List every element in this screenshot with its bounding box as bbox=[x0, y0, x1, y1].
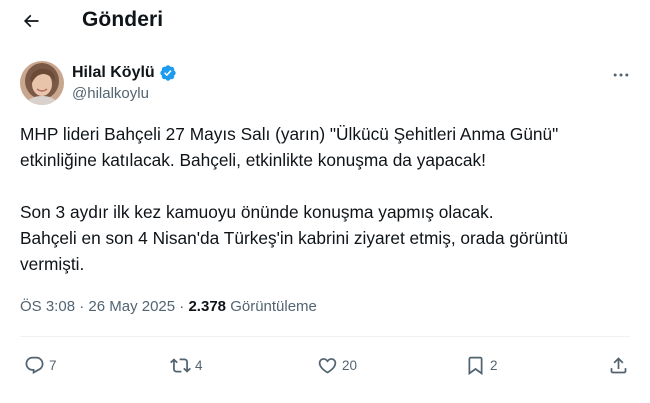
bookmark-icon bbox=[468, 356, 483, 375]
verified-badge-icon bbox=[159, 65, 176, 81]
tweet-date[interactable]: 26 May 2025 bbox=[88, 298, 175, 315]
more-dots-icon bbox=[613, 73, 629, 77]
reply-button[interactable]: 7 bbox=[24, 350, 57, 380]
like-button[interactable]: 20 bbox=[317, 350, 357, 380]
author-name-row: Hilal Köylü bbox=[72, 63, 177, 83]
tweet-time[interactable]: ÖS 3:08 bbox=[20, 298, 75, 315]
tweet-line: Son 3 aydır ilk kez kamuoyu önünde konuş… bbox=[20, 202, 494, 222]
avatar-image bbox=[20, 61, 64, 105]
tweet-line: etkinliğine katılacak. Bahçeli, etkinlik… bbox=[20, 150, 486, 170]
tweet-line: Bahçeli en son 4 Nisan'da Türkeş'in kabr… bbox=[20, 228, 569, 248]
retweet-icon bbox=[170, 357, 191, 373]
views-count: 2.378 bbox=[188, 298, 227, 315]
page-header: Gönderi bbox=[0, 0, 650, 42]
page-title: Gönderi bbox=[82, 8, 164, 31]
author-name[interactable]: Hilal Köylü bbox=[72, 64, 155, 82]
heart-icon bbox=[318, 357, 337, 374]
meta-separator: · bbox=[79, 298, 85, 315]
author-handle[interactable]: @hilalkoylu bbox=[72, 85, 177, 102]
bookmark-button[interactable]: 2 bbox=[465, 350, 498, 380]
tweet-line: vermişti. bbox=[20, 254, 85, 274]
retweet-button[interactable]: 4 bbox=[170, 350, 203, 380]
more-options-button[interactable] bbox=[606, 60, 636, 90]
views-label: Görüntüleme bbox=[230, 298, 317, 315]
reply-count: 7 bbox=[49, 357, 57, 373]
reply-icon bbox=[25, 356, 44, 374]
divider bbox=[20, 336, 630, 337]
retweet-count: 4 bbox=[195, 357, 203, 373]
tweet-text: MHP lideri Bahçeli 27 Mayıs Salı (yarın)… bbox=[20, 121, 635, 277]
arrow-left-icon bbox=[23, 14, 39, 28]
share-button[interactable] bbox=[608, 350, 629, 380]
back-button[interactable] bbox=[14, 4, 48, 38]
action-bar: 7 4 20 2 bbox=[20, 350, 632, 380]
avatar[interactable] bbox=[20, 61, 64, 105]
meta-separator: · bbox=[179, 298, 185, 315]
bookmark-count: 2 bbox=[490, 357, 498, 373]
author-block: Hilal Köylü @hilalkoylu bbox=[72, 63, 177, 102]
like-count: 20 bbox=[342, 357, 358, 373]
tweet-line: MHP lideri Bahçeli 27 Mayıs Salı (yarın)… bbox=[20, 124, 559, 144]
share-icon bbox=[610, 356, 627, 373]
tweet-meta: ÖS 3:08 · 26 May 2025 · 2.378 Görüntülem… bbox=[20, 298, 317, 315]
